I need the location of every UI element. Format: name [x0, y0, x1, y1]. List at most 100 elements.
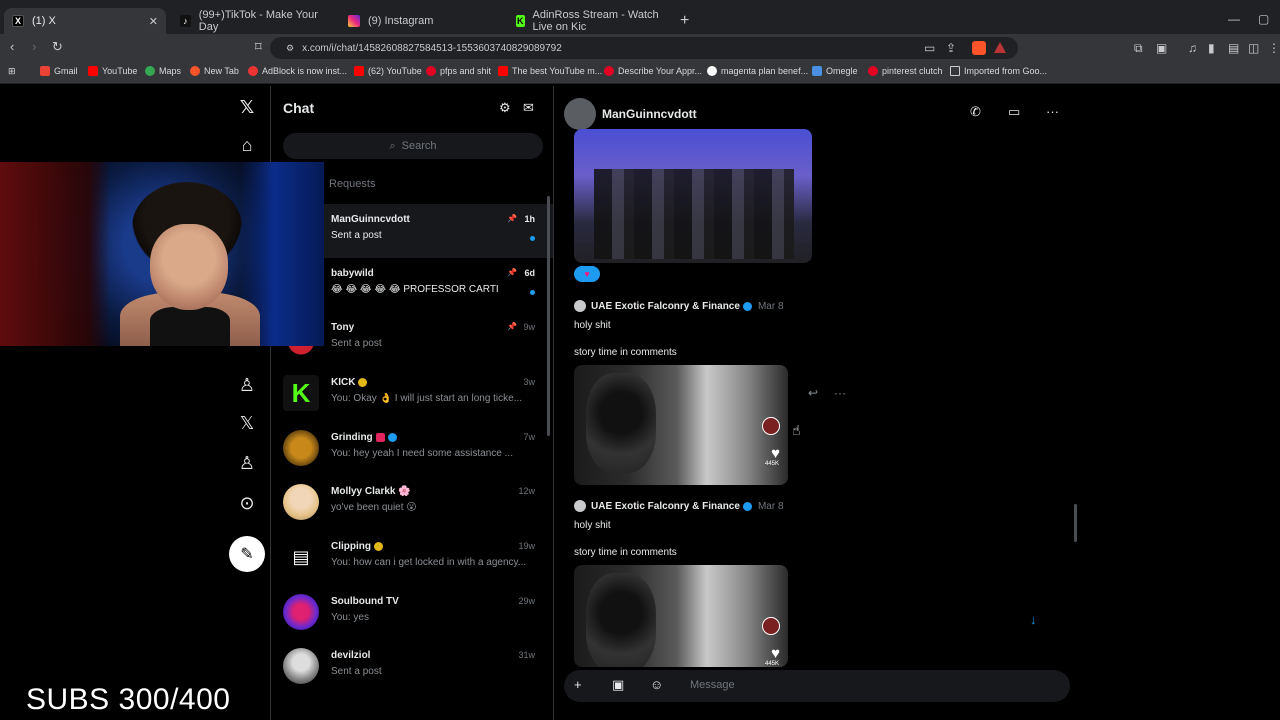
bookmark-new-tab[interactable]: New Tab: [190, 66, 239, 76]
bookmark-icon[interactable]: ⌑: [255, 39, 262, 55]
media-icon[interactable]: ♫: [1188, 41, 1197, 55]
shared-video-thumbnail[interactable]: [574, 129, 812, 263]
image-icon[interactable]: ▣: [612, 677, 624, 693]
extensions-icon[interactable]: ⧉: [1134, 41, 1143, 56]
bookmark-best-youtube[interactable]: The best YouTube m...: [498, 66, 602, 76]
search-input[interactable]: ⌕ Search: [283, 133, 543, 159]
phone-icon[interactable]: ✆: [970, 104, 981, 120]
bookmark-imported-folder[interactable]: Imported from Goo...: [950, 66, 1047, 76]
close-tab-icon[interactable]: ✕: [149, 15, 158, 28]
requests-link[interactable]: Requests: [329, 178, 375, 190]
avatar: [283, 430, 319, 466]
brave-rewards-icon[interactable]: [994, 42, 1006, 53]
conversation-time: 12w: [518, 486, 535, 496]
minimize-icon[interactable]: —: [1228, 12, 1240, 26]
conversation-item[interactable]: Grinding You: hey yeah I need some assis…: [271, 422, 553, 476]
badge-icon: [375, 432, 385, 442]
bookmark-youtube[interactable]: YouTube: [88, 66, 137, 76]
tab-title: (1) X: [32, 15, 56, 27]
pin-icon: 📌: [507, 214, 517, 223]
conversation-item[interactable]: ▤ Clipping You: how can i get locked in …: [271, 531, 553, 585]
cast-icon[interactable]: ▭: [924, 41, 935, 55]
settings-icon[interactable]: ⚙: [499, 100, 511, 116]
instagram-logo-icon: [348, 15, 360, 27]
compose-post-icon[interactable]: ✎: [229, 536, 265, 572]
share-icon[interactable]: ⇪: [946, 41, 956, 55]
conversation-item[interactable]: Soulbound TV You: yes 29w: [271, 586, 553, 640]
sidebar-icon[interactable]: ▮: [1208, 41, 1215, 55]
site-info-icon[interactable]: ⚙: [286, 43, 294, 54]
add-attachment-icon[interactable]: +: [574, 677, 582, 692]
avatar: [283, 594, 319, 630]
pin-icon: 📌: [507, 322, 517, 331]
conversation-preview: yo've been quiet 😮: [331, 502, 417, 513]
bookmark-label: Maps: [159, 66, 182, 76]
bookmark-omegle[interactable]: Omegle: [812, 66, 858, 76]
emoji-icon[interactable]: ☺: [650, 677, 663, 692]
tab-instagram[interactable]: (9) Instagram: [340, 8, 502, 34]
profile-icon[interactable]: ♙: [236, 452, 258, 474]
subs-goal-overlay: SUBS 300/400: [26, 683, 231, 716]
wallet-icon[interactable]: ▤: [1228, 41, 1239, 55]
vpn-icon[interactable]: ◫: [1248, 41, 1259, 55]
menu-icon[interactable]: ⋮: [1268, 41, 1280, 55]
premium-x-icon[interactable]: 𝕏: [236, 412, 258, 434]
verified-blue-icon: [742, 301, 752, 311]
scroll-down-arrow-icon[interactable]: ↓: [1030, 612, 1037, 627]
tab-tiktok[interactable]: ♪ (99+)TikTok - Make Your Day: [172, 8, 334, 34]
post-video-thumbnail[interactable]: ♥ 445K: [574, 565, 788, 667]
maximize-icon[interactable]: ▢: [1258, 12, 1269, 26]
post-video-thumbnail[interactable]: ♥ 445K: [574, 365, 788, 485]
conversation-name: Soulbound TV: [331, 596, 399, 607]
chat-pane-scrollbar[interactable]: [1074, 504, 1077, 542]
url-field[interactable]: ⚙ x.com/i/chat/1458260882758451​3-155360…: [270, 37, 1018, 59]
bookmark-pinterest[interactable]: pinterest clutch: [868, 66, 943, 76]
tab-x[interactable]: X (1) X ✕: [4, 8, 166, 34]
new-tab-icon[interactable]: +: [680, 12, 689, 30]
new-chat-icon[interactable]: ✉: [523, 100, 534, 116]
grok-icon[interactable]: ♙: [236, 374, 258, 396]
conversation-item[interactable]: K KICK You: Okay 👌 I will just start an …: [271, 367, 553, 421]
react-icon[interactable]: ↩: [808, 386, 818, 400]
bookmark-magenta[interactable]: magenta plan benef...: [707, 66, 808, 76]
verified-blue-icon: [742, 501, 752, 511]
heart-reaction-icon[interactable]: ♥: [574, 266, 600, 282]
url-text: x.com/i/chat/1458260882758451​3-15536037…: [302, 42, 562, 54]
message-more-icon[interactable]: ···: [834, 386, 846, 400]
apps-icon[interactable]: ⊞: [8, 66, 16, 77]
bookmark-youtube-62[interactable]: (62) YouTube: [354, 66, 422, 76]
bookmark-maps[interactable]: Maps: [145, 66, 181, 76]
post-caption: story time in comments: [574, 347, 677, 358]
reload-icon[interactable]: ↻: [52, 39, 63, 55]
message-input[interactable]: Message: [690, 679, 735, 691]
brave-shield-icon[interactable]: [972, 41, 986, 55]
bookmark-gmail[interactable]: Gmail: [40, 66, 78, 76]
conversation-header[interactable]: ManGuinncvdott: [564, 98, 697, 130]
video-call-icon[interactable]: ▭: [1008, 104, 1020, 120]
chat-title: Chat: [283, 100, 315, 116]
post-header[interactable]: UAE Exotic Falconry & Finance Mar 8: [574, 300, 784, 312]
conversation-name: ManGuinncvdott: [331, 214, 410, 225]
forward-icon[interactable]: ›: [32, 39, 36, 54]
conversation-item[interactable]: Mollyy Clarkk 🌸 yo've been quiet 😮 12w: [271, 476, 553, 530]
author-avatar: [574, 500, 586, 512]
like-count: 445K: [764, 661, 779, 667]
tab-kick[interactable]: K AdinRoss Stream - Watch Live on Kic: [508, 8, 670, 34]
kick-avatar: K: [283, 375, 319, 411]
video-frame: [594, 169, 794, 259]
post-header[interactable]: UAE Exotic Falconry & Finance Mar 8: [574, 500, 784, 512]
home-icon[interactable]: ⌂: [236, 134, 258, 156]
bookmark-describe[interactable]: Describe Your Appr...: [604, 66, 702, 76]
conversation-name: Tony: [331, 322, 355, 333]
verified-gold-icon: [358, 377, 368, 387]
chat-pane: ManGuinncvdott ✆ ▭ ··· ♥ UAE Exotic Falc…: [556, 86, 1080, 720]
more-options-icon[interactable]: ···: [1046, 104, 1059, 119]
conversation-item[interactable]: devilziol Sent a post 31w: [271, 640, 553, 694]
chat-list-scrollbar[interactable]: [547, 196, 550, 436]
back-icon[interactable]: ‹: [10, 39, 14, 54]
more-icon[interactable]: ⊙: [236, 492, 258, 514]
x-logo-icon[interactable]: 𝕏: [236, 96, 258, 118]
bookmark-adblock[interactable]: AdBlock is now inst...: [248, 66, 347, 76]
bookmark-pfps[interactable]: pfps and shit: [426, 66, 491, 76]
reading-list-icon[interactable]: ▣: [1156, 41, 1167, 55]
